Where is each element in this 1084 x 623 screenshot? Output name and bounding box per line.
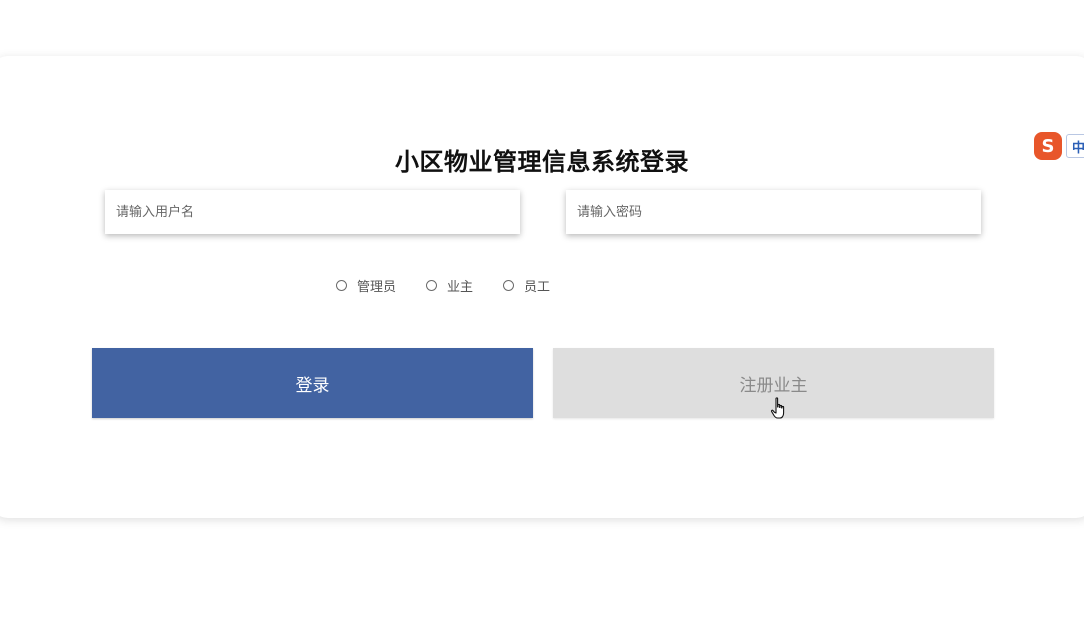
username-input[interactable] bbox=[105, 190, 520, 234]
role-label-admin: 管理员 bbox=[357, 280, 397, 295]
radio-button[interactable] bbox=[503, 280, 515, 291]
password-input[interactable] bbox=[566, 190, 981, 234]
role-label-staff: 员工 bbox=[524, 280, 551, 295]
login-button[interactable]: 登录 bbox=[92, 348, 533, 418]
role-selector: 管理员 业主 员工 bbox=[336, 276, 550, 295]
radio-button[interactable] bbox=[426, 280, 438, 291]
sogou-logo-icon: S bbox=[1034, 132, 1062, 160]
page-title: 小区物业管理信息系统登录 bbox=[395, 148, 689, 176]
role-option-owner[interactable]: 业主 bbox=[426, 276, 473, 295]
role-option-staff[interactable]: 员工 bbox=[503, 276, 550, 295]
radio-button[interactable] bbox=[336, 280, 347, 291]
register-owner-button[interactable]: 注册业主 bbox=[553, 348, 994, 418]
ime-mode-indicator[interactable]: 中 bbox=[1066, 134, 1084, 158]
ime-toolbar[interactable]: S 中 bbox=[1034, 131, 1084, 161]
role-option-admin[interactable]: 管理员 bbox=[336, 276, 396, 295]
role-label-owner: 业主 bbox=[447, 280, 474, 295]
